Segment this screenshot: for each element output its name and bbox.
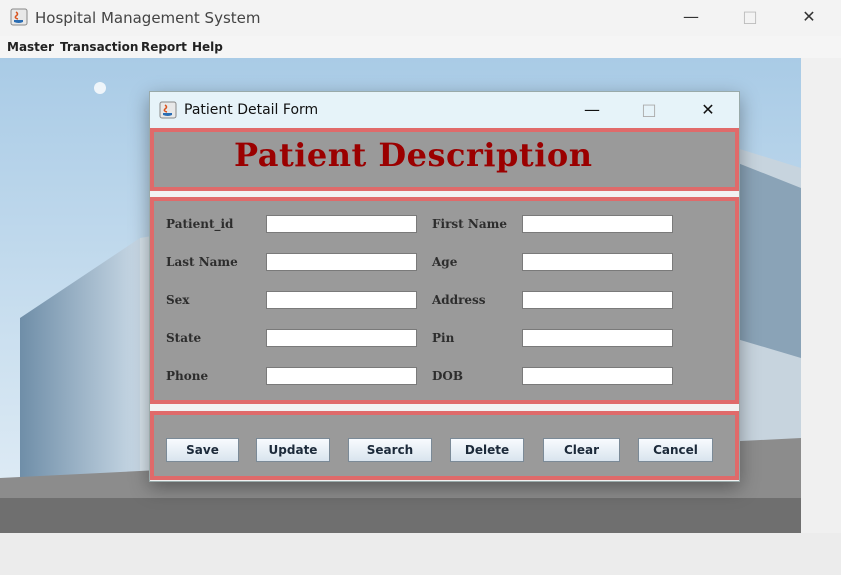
window-border <box>801 58 839 533</box>
save-button[interactable]: Save <box>166 438 239 462</box>
label-sex: Sex <box>166 293 190 307</box>
app-title: Hospital Management System <box>35 9 261 27</box>
label-state: State <box>166 331 202 345</box>
minimize-icon[interactable]: — <box>671 4 711 30</box>
delete-button[interactable]: Delete <box>450 438 524 462</box>
close-icon[interactable]: ✕ <box>690 97 726 123</box>
label-patient-id: Patient_id <box>166 217 234 231</box>
minimize-icon[interactable]: — <box>574 97 610 123</box>
java-app-icon <box>10 8 28 26</box>
label-age: Age <box>432 255 458 269</box>
java-app-icon <box>159 101 177 119</box>
clear-button[interactable]: Clear <box>543 438 620 462</box>
dialog-title-bar: Patient Detail Form — □ ✕ <box>150 92 739 128</box>
sex-field[interactable] <box>266 291 417 309</box>
window-border-bottom <box>0 533 841 575</box>
last-name-field[interactable] <box>266 253 417 271</box>
menu-transaction[interactable]: Transaction <box>60 40 138 54</box>
search-button[interactable]: Search <box>348 438 432 462</box>
first-name-field[interactable] <box>522 215 673 233</box>
age-field[interactable] <box>522 253 673 271</box>
patient-detail-dialog: Patient Detail Form — □ ✕ Patient Descri… <box>149 91 740 482</box>
label-address: Address <box>432 293 486 307</box>
menu-help[interactable]: Help <box>192 40 223 54</box>
label-last-name: Last Name <box>166 255 238 269</box>
buttons-panel: Save Update Search Delete Clear Cancel <box>150 411 739 480</box>
phone-field[interactable] <box>266 367 417 385</box>
dob-field[interactable] <box>522 367 673 385</box>
cancel-button[interactable]: Cancel <box>638 438 713 462</box>
form-heading: Patient Description <box>234 136 593 174</box>
fields-panel: Patient_id First Name Last Name Age Sex … <box>150 197 739 404</box>
update-button[interactable]: Update <box>256 438 330 462</box>
dialog-title: Patient Detail Form <box>184 102 319 118</box>
menu-master[interactable]: Master <box>7 40 54 54</box>
close-icon[interactable]: ✕ <box>789 4 829 30</box>
maximize-icon[interactable]: □ <box>730 4 770 30</box>
patient-id-field[interactable] <box>266 215 417 233</box>
label-dob: DOB <box>432 369 464 383</box>
maximize-icon[interactable]: □ <box>631 97 667 123</box>
heading-panel: Patient Description <box>150 128 739 191</box>
menu-report[interactable]: Report <box>141 40 187 54</box>
label-pin: Pin <box>432 331 455 345</box>
address-field[interactable] <box>522 291 673 309</box>
menu-bar: Master Transaction Report Help <box>0 36 841 58</box>
pin-field[interactable] <box>522 329 673 347</box>
state-field[interactable] <box>266 329 417 347</box>
label-phone: Phone <box>166 369 209 383</box>
app-title-bar: Hospital Management System — □ ✕ <box>0 0 841 36</box>
label-first-name: First Name <box>432 217 507 231</box>
